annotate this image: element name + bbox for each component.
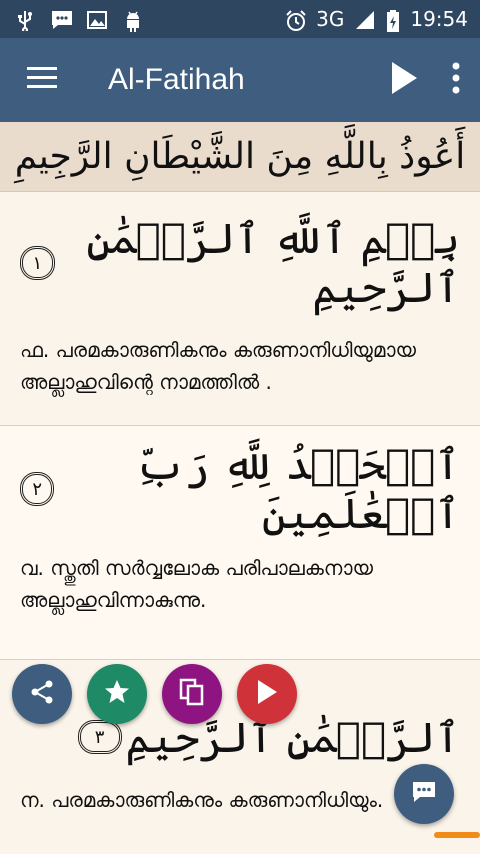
network-type: 3G — [316, 7, 345, 31]
copy-button[interactable] — [162, 664, 222, 724]
clock: 19:54 — [410, 7, 468, 31]
battery-icon — [386, 9, 400, 32]
verse-translation: ഫ. പരമകാരുണികനും കരുണാനിധിയുമായ അല്ലാഹുവ… — [20, 338, 416, 394]
play-surah-button[interactable] — [376, 38, 432, 122]
verse-arabic: ٱلۡحَمۡدُ لِلَّهِ رَبِّ ٱلۡعَٰلَمِينَ ٢ — [20, 426, 460, 552]
verse-item[interactable]: بِسۡمِ ٱللَّهِ ٱلرَّحۡمَٰنِ ٱلرَّحِيمِ ١… — [0, 192, 480, 426]
alarm-icon — [284, 9, 306, 31]
play-icon — [255, 678, 279, 710]
page-title: Al-Fatihah — [108, 63, 245, 96]
chat-icon — [410, 779, 438, 809]
copy-icon — [179, 678, 205, 710]
play-verse-button[interactable] — [237, 664, 297, 724]
share-icon — [29, 679, 55, 709]
ayah-number-marker: ٣ — [77, 720, 122, 754]
chat-button[interactable] — [394, 764, 454, 824]
ayah-number-marker: ٢ — [20, 472, 55, 506]
menu-button[interactable] — [0, 38, 84, 122]
signal-icon — [354, 9, 376, 29]
verse-arabic-text: ٱلۡحَمۡدُ لِلَّهِ رَبِّ ٱلۡعَٰلَمِينَ — [135, 440, 460, 538]
hamburger-menu-icon — [27, 67, 57, 93]
app-bar: Al-Fatihah — [0, 38, 480, 122]
share-button[interactable] — [12, 664, 72, 724]
play-icon — [390, 61, 418, 99]
more-options-button[interactable] — [432, 38, 480, 122]
ayah-number-marker: ١ — [20, 246, 55, 280]
usb-icon — [14, 9, 36, 33]
favorite-button[interactable] — [87, 664, 147, 724]
image-icon — [86, 9, 108, 29]
verse-list[interactable]: أَعُوذُ بِاللَّهِ مِنَ الشَّيْطَانِ الرَ… — [0, 122, 480, 854]
status-bar: 3G 19:54 — [0, 0, 480, 38]
more-vertical-icon — [452, 62, 460, 98]
message-icon — [50, 9, 72, 29]
verse-arabic: بِسۡمِ ٱللَّهِ ٱلرَّحۡمَٰنِ ٱلرَّحِيمِ ١ — [20, 192, 460, 334]
verse-translation: വ. സ്തുതി സർവ്വലോക പരിപാലകനായ അല്ലാഹുവിന… — [20, 556, 373, 612]
taawwudh-header: أَعُوذُ بِاللَّهِ مِنَ الشَّيْطَانِ الرَ… — [0, 122, 480, 192]
star-icon — [103, 678, 131, 710]
verse-item[interactable]: ٱلۡحَمۡدُ لِلَّهِ رَبِّ ٱلۡعَٰلَمِينَ ٢ … — [0, 426, 480, 660]
verse-arabic-text: ٱلرَّحۡمَٰنِ ٱلرَّحِيمِ — [125, 712, 460, 762]
scroll-indicator — [434, 832, 480, 838]
android-icon — [122, 9, 144, 32]
verse-arabic-text: بِسۡمِ ٱللَّهِ ٱلرَّحۡمَٰنِ ٱلرَّحِيمِ — [86, 214, 460, 312]
